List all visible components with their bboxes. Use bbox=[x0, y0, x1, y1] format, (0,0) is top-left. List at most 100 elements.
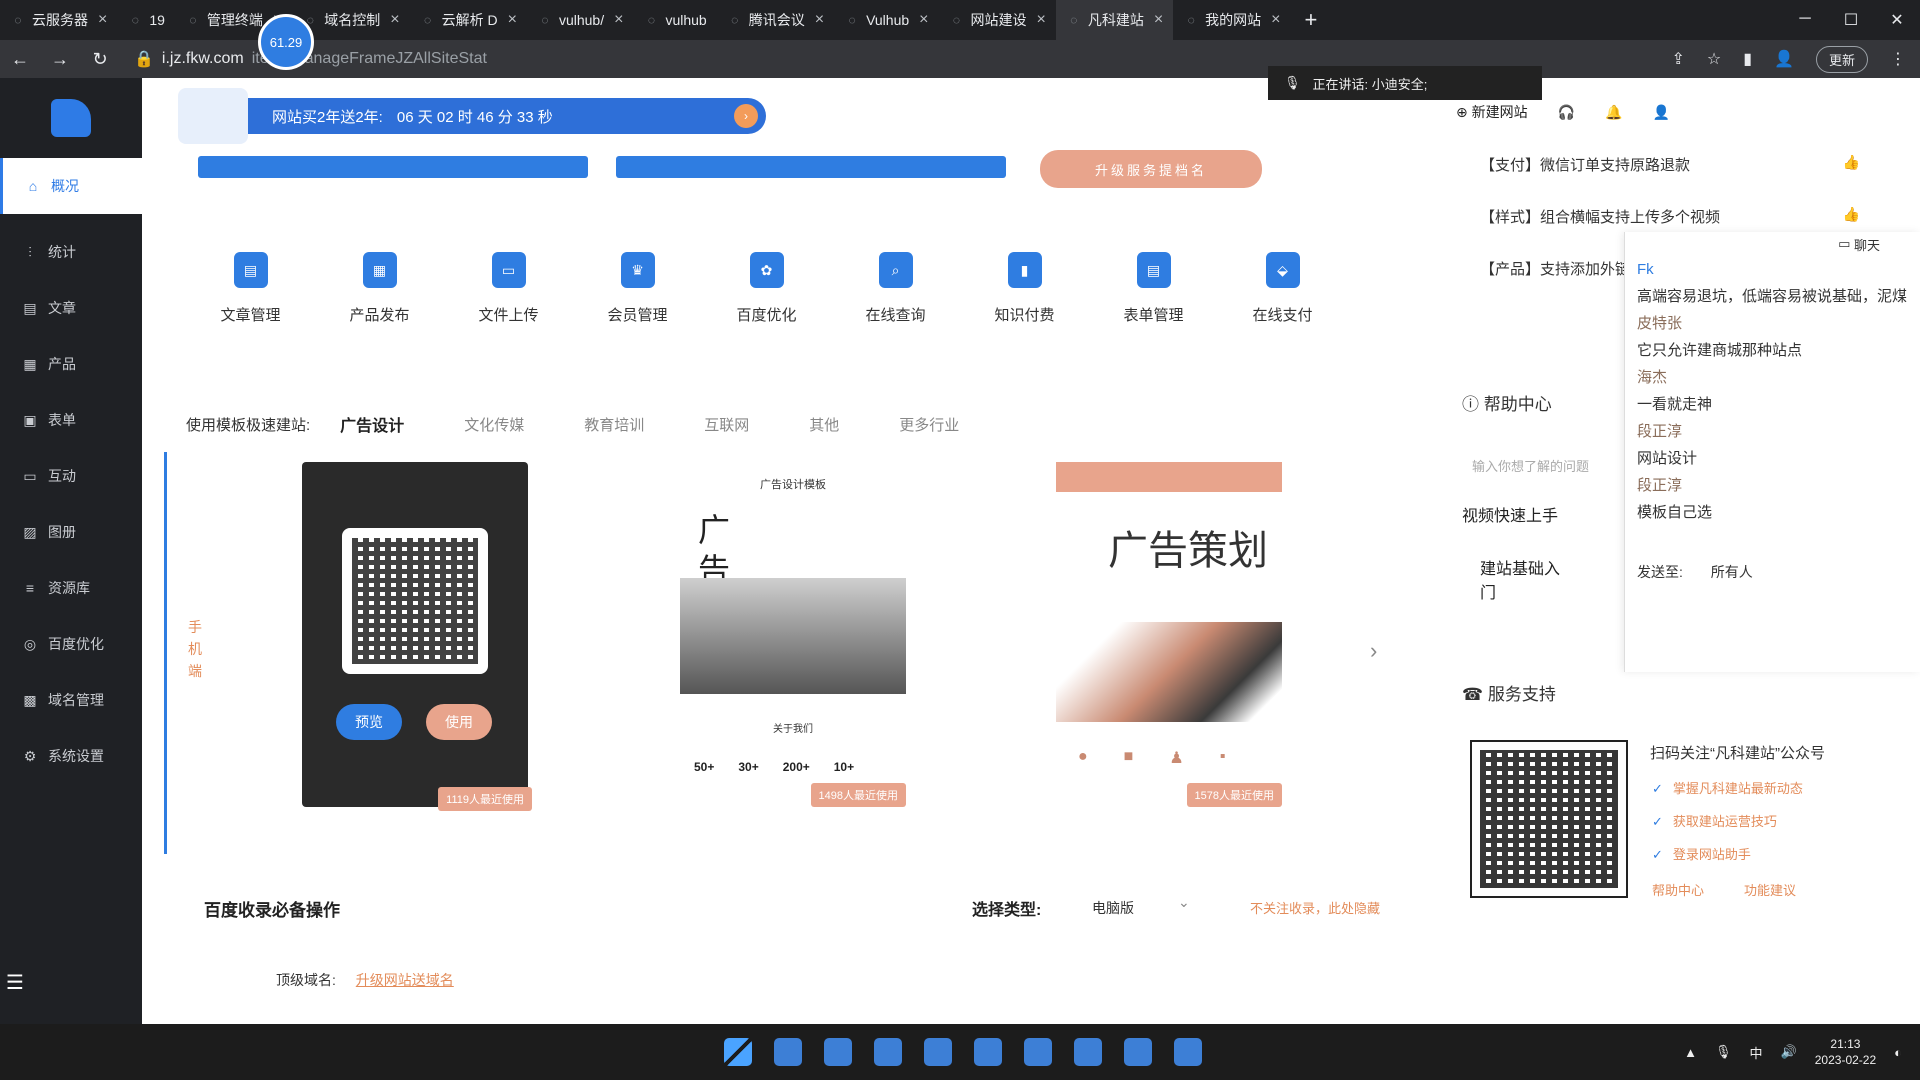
help-search-input[interactable]: 输入你想了解的问题 bbox=[1472, 456, 1589, 475]
quick-action[interactable]: ⌕ 在线查询 bbox=[831, 252, 960, 325]
tab-close-icon[interactable]: × bbox=[1271, 11, 1280, 29]
tab-close-icon[interactable]: × bbox=[614, 11, 623, 29]
sidebar-item[interactable]: ⌂ 概况 bbox=[0, 158, 142, 214]
sidebar-item[interactable]: ◎ 百度优化 bbox=[0, 616, 142, 672]
menu-dots-icon[interactable]: ⋮ bbox=[1890, 49, 1906, 69]
browser-tab[interactable]: ◌ vulhub bbox=[633, 0, 716, 40]
ime-indicator[interactable]: 中 bbox=[1750, 1043, 1763, 1062]
quick-action[interactable]: ✿ 百度优化 bbox=[702, 252, 831, 325]
template-card-1[interactable]: 预览 使用 1119人最近使用 bbox=[302, 462, 532, 811]
template-tab[interactable]: 其他 bbox=[809, 414, 839, 435]
service-link[interactable]: 帮助中心 bbox=[1652, 880, 1704, 899]
minimize-icon[interactable]: ─ bbox=[1782, 10, 1828, 30]
notes-icon[interactable] bbox=[1174, 1038, 1202, 1066]
type-select[interactable]: 电脑版 bbox=[1092, 894, 1192, 918]
quick-action[interactable]: ▭ 文件上传 bbox=[444, 252, 573, 325]
share-icon[interactable]: ⇪ bbox=[1672, 49, 1685, 69]
collapse-menu-icon[interactable]: ☰ bbox=[6, 970, 24, 995]
new-site-button[interactable]: ⊕ 新建网站 bbox=[1456, 102, 1528, 122]
app-icon[interactable] bbox=[974, 1038, 1002, 1066]
app-icon[interactable] bbox=[1124, 1038, 1152, 1066]
bell-icon[interactable]: 🔔 bbox=[1605, 104, 1622, 121]
sidebar-item[interactable]: ▤ 文章 bbox=[0, 280, 142, 336]
sidepanel-icon[interactable]: ▮ bbox=[1743, 49, 1752, 69]
app-icon[interactable] bbox=[1024, 1038, 1052, 1066]
star-icon[interactable]: ☆ bbox=[1707, 49, 1721, 69]
quick-action[interactable]: ▦ 产品发布 bbox=[315, 252, 444, 325]
edge-icon[interactable] bbox=[824, 1038, 852, 1066]
tab-close-icon[interactable]: × bbox=[390, 11, 399, 29]
browser-tab[interactable]: ◌ 我的网站 × bbox=[1173, 0, 1290, 40]
next-templates-icon[interactable]: › bbox=[1370, 638, 1377, 664]
tab-close-icon[interactable]: × bbox=[1154, 11, 1163, 29]
wifi-icon[interactable]: ▲ bbox=[1684, 1045, 1697, 1060]
quick-action[interactable]: ⬙ 在线支付 bbox=[1218, 252, 1347, 325]
browser-tab[interactable]: ◌ 云解析 D × bbox=[410, 0, 527, 40]
file-explorer-icon[interactable] bbox=[774, 1038, 802, 1066]
quick-action[interactable]: ▤ 文章管理 bbox=[186, 252, 315, 325]
thumbs-up-icon[interactable]: 👍 bbox=[1843, 154, 1860, 206]
quick-action[interactable]: ♛ 会员管理 bbox=[573, 252, 702, 325]
app-icon[interactable] bbox=[1074, 1038, 1102, 1066]
notification-icon[interactable]: ◐ bbox=[1894, 1045, 1902, 1060]
domain-upgrade-link[interactable]: 升级网站送域名 bbox=[356, 972, 454, 988]
news-item[interactable]: 【支付】微信订单支持原路退款 👍 bbox=[1480, 154, 1860, 206]
maximize-icon[interactable]: ☐ bbox=[1828, 10, 1874, 30]
service-link[interactable]: 功能建议 bbox=[1744, 880, 1796, 899]
browser-tab[interactable]: ◌ Vulhub × bbox=[834, 0, 938, 40]
browser-tab[interactable]: ◌ 19 bbox=[117, 0, 175, 40]
template-card-2[interactable]: 广告设计模板 广告设计 关于我们 50+30+200+10+ 1498人最近使用 bbox=[680, 462, 906, 807]
use-button[interactable]: 使用 bbox=[426, 704, 492, 740]
new-tab-button[interactable]: + bbox=[1291, 7, 1332, 33]
logo[interactable] bbox=[51, 99, 91, 137]
sidebar-item[interactable]: ⚙ 系统设置 bbox=[0, 728, 142, 784]
browser-tab[interactable]: ◌ 腾讯会议 × bbox=[717, 0, 834, 40]
tab-close-icon[interactable]: × bbox=[508, 11, 517, 29]
sidebar-item[interactable]: ▣ 表单 bbox=[0, 392, 142, 448]
blue-action-bar-2[interactable] bbox=[616, 156, 1006, 178]
video-quickstart-link[interactable]: 视频快速上手 bbox=[1462, 502, 1558, 526]
back-icon[interactable]: ← bbox=[0, 49, 40, 70]
floating-badge[interactable]: 61.29 bbox=[258, 14, 314, 70]
browser-tab[interactable]: ◌ 云服务器 × bbox=[0, 0, 117, 40]
tab-close-icon[interactable]: × bbox=[815, 11, 824, 29]
template-tab[interactable]: 广告设计 bbox=[340, 412, 404, 436]
update-button[interactable]: 更新 bbox=[1815, 45, 1868, 73]
app-icon[interactable] bbox=[924, 1038, 952, 1066]
site-basics-link[interactable]: 建站基础入门 bbox=[1480, 558, 1560, 606]
browser-tab[interactable]: ◌ vulhub/ × bbox=[527, 0, 634, 40]
clock[interactable]: 21:13 2023-02-22 bbox=[1815, 1036, 1876, 1068]
browser-tab[interactable]: ◌ 网站建设 × bbox=[938, 0, 1055, 40]
template-tab[interactable]: 文化传媒 bbox=[464, 414, 524, 435]
sidebar-item[interactable]: ⫶ 统计 bbox=[0, 224, 142, 280]
sidebar-item[interactable]: ≡ 资源库 bbox=[0, 560, 142, 616]
sidebar-item[interactable]: ▨ 图册 bbox=[0, 504, 142, 560]
mic-icon[interactable]: 🎙 bbox=[1715, 1044, 1732, 1060]
browser-tab[interactable]: ◌ 凡科建站 × bbox=[1055, 0, 1174, 40]
user-icon[interactable]: 👤 bbox=[1653, 104, 1670, 121]
sidebar-item[interactable]: ▩ 域名管理 bbox=[0, 672, 142, 728]
profile-icon[interactable]: 👤 bbox=[1774, 49, 1794, 69]
sidebar-item[interactable]: ▭ 互动 bbox=[0, 448, 142, 504]
tab-close-icon[interactable]: × bbox=[1036, 11, 1045, 29]
promo-banner[interactable]: 网站买2年送2年: 06 天 02 时 46 分 33 秒 › bbox=[180, 98, 766, 134]
upgrade-button[interactable]: 升级服务提档名 bbox=[1040, 150, 1262, 188]
headset-icon[interactable]: 🎧 bbox=[1558, 104, 1575, 121]
tab-close-icon[interactable]: × bbox=[98, 11, 107, 29]
send-to-select[interactable]: 所有人 bbox=[1711, 564, 1753, 580]
reload-icon[interactable]: ↻ bbox=[80, 49, 120, 70]
quick-action[interactable]: ▮ 知识付费 bbox=[960, 252, 1089, 325]
forward-icon[interactable]: → bbox=[40, 49, 80, 70]
close-window-icon[interactable]: ✕ bbox=[1874, 10, 1920, 30]
speaker-icon[interactable]: 🔊 bbox=[1781, 1044, 1797, 1060]
template-card-3[interactable]: 广告策划 ● ■ ♟ ▪ 1578人最近使用 bbox=[1056, 462, 1282, 807]
hide-link[interactable]: 不关注收录，此处隐藏 bbox=[1250, 898, 1380, 917]
promo-close-icon[interactable]: › bbox=[734, 104, 758, 128]
mobile-label[interactable]: 手机端 bbox=[188, 616, 208, 682]
start-icon[interactable] bbox=[724, 1038, 752, 1066]
template-tab[interactable]: 互联网 bbox=[704, 414, 749, 435]
blue-action-bar-1[interactable] bbox=[198, 156, 588, 178]
sidebar-item[interactable]: ▦ 产品 bbox=[0, 336, 142, 392]
chrome-icon[interactable] bbox=[874, 1038, 902, 1066]
template-tab[interactable]: 更多行业 bbox=[899, 414, 959, 435]
